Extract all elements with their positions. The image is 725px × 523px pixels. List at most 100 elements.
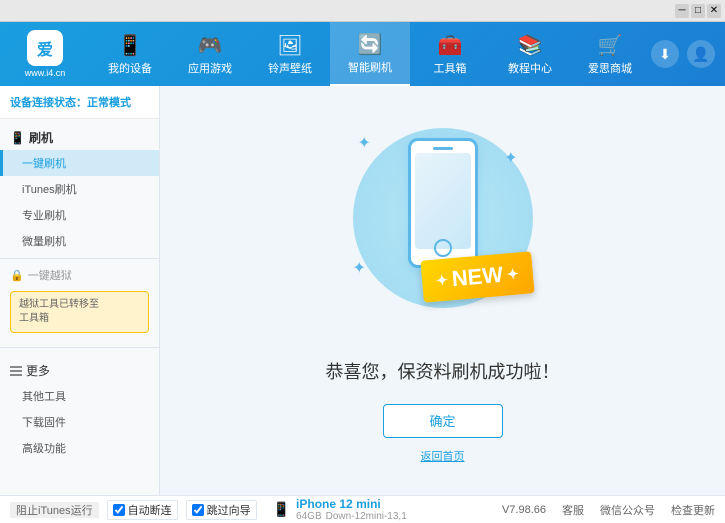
one-key-flash-label: 一键刷机 xyxy=(22,158,66,170)
download-fw-label: 下载固件 xyxy=(22,417,66,429)
user-button[interactable]: 👤 xyxy=(687,40,715,68)
bottom-right: V7.98.66 客服 微信公众号 检查更新 xyxy=(502,502,715,518)
app-logo: 爱 xyxy=(27,30,63,66)
sidebar-item-advanced[interactable]: 高级功能 xyxy=(0,435,159,461)
flash-section: 📱 刷机 一键刷机 iTunes刷机 专业刷机 微量刷机 🔒 一键越狱 越狱工 xyxy=(0,119,159,343)
advanced-label: 高级功能 xyxy=(22,443,66,455)
phone-speaker xyxy=(433,147,453,150)
lines-icon xyxy=(10,366,22,376)
minimize-button[interactable]: ─ xyxy=(675,4,689,18)
star-3: ✦ xyxy=(353,258,366,278)
star-1: ✦ xyxy=(358,133,371,153)
auto-close-checkbox[interactable]: 自动断连 xyxy=(107,500,178,520)
other-tools-label: 其他工具 xyxy=(22,391,66,403)
device-version: Down-12mini-13,1 xyxy=(326,511,407,522)
status-bar: 设备连接状态：正常模式 xyxy=(0,86,159,119)
sidebar-item-other-tools[interactable]: 其他工具 xyxy=(0,383,159,409)
site-name: www.i4.cn xyxy=(25,68,66,78)
smart-flash-icon: 🔄 xyxy=(358,32,383,57)
back-link[interactable]: 返回首页 xyxy=(421,448,465,464)
lock-icon: 🔒 xyxy=(10,269,24,282)
itunes-flash-label: iTunes刷机 xyxy=(22,184,77,196)
sidebar-item-download-fw[interactable]: 下载固件 xyxy=(0,409,159,435)
auto-close-input[interactable] xyxy=(113,504,125,516)
skip-wizard-checkbox[interactable]: 跳过向导 xyxy=(186,500,257,520)
locked-item: 🔒 一键越狱 xyxy=(0,263,159,287)
my-device-icon: 📱 xyxy=(118,33,143,58)
more-section-title: 更多 xyxy=(0,358,159,383)
bottom-bar: 阻止iTunes运行 自动断连 跳过向导 📱 iPhone 12 mini 64… xyxy=(0,495,725,523)
title-bar: ─ □ ✕ xyxy=(0,0,725,22)
version-label: V7.98.66 xyxy=(502,504,546,516)
status-label: 设备连接状态： xyxy=(10,97,87,109)
nav-apps-games[interactable]: 🎮 应用游戏 xyxy=(170,22,250,86)
sidebar-item-save-flash[interactable]: 微量刷机 xyxy=(0,228,159,254)
auto-close-label: 自动断连 xyxy=(128,502,172,518)
flash-section-icon: 📱 xyxy=(10,131,25,145)
wechat-link[interactable]: 微信公众号 xyxy=(600,502,655,518)
main-content: ✦ ✦ ✦ NEW 恭喜您，保资料刷机成功啦！ 确定 返回首页 xyxy=(160,86,725,495)
new-badge: NEW xyxy=(420,251,534,302)
skip-wizard-label: 跳过向导 xyxy=(207,502,251,518)
logo-text: 爱 xyxy=(37,36,53,60)
confirm-button[interactable]: 确定 xyxy=(383,404,503,438)
itunes-status[interactable]: 阻止iTunes运行 xyxy=(10,502,99,518)
save-flash-label: 微量刷机 xyxy=(22,236,66,248)
store-icon: 🛒 xyxy=(598,33,623,58)
support-link[interactable]: 客服 xyxy=(562,502,584,518)
nav-smart-flash[interactable]: 🔄 智能刷机 xyxy=(330,22,410,86)
logo-area: 爱 www.i4.cn xyxy=(0,30,90,78)
wallpaper-icon: 🖼 xyxy=(277,33,302,58)
more-section-label: 更多 xyxy=(26,362,50,379)
download-button[interactable]: ⬇ xyxy=(651,40,679,68)
toolbox-icon: 🧰 xyxy=(438,33,463,58)
status-value: 正常模式 xyxy=(87,97,131,109)
sidebar-item-one-key-flash[interactable]: 一键刷机 xyxy=(0,150,159,176)
phone-shape xyxy=(408,138,478,268)
nav-wallpaper[interactable]: 🖼 铃声壁纸 xyxy=(250,22,330,86)
sidebar-item-itunes-flash[interactable]: iTunes刷机 xyxy=(0,176,159,202)
maximize-button[interactable]: □ xyxy=(691,4,705,18)
update-link[interactable]: 检查更新 xyxy=(671,502,715,518)
flash-section-title: 📱 刷机 xyxy=(0,125,159,150)
skip-wizard-input[interactable] xyxy=(192,504,204,516)
bottom-left: 阻止iTunes运行 自动断连 跳过向导 📱 iPhone 12 mini 64… xyxy=(10,497,407,522)
close-button[interactable]: ✕ xyxy=(707,4,721,18)
more-section: 更多 其他工具 下载固件 高级功能 xyxy=(0,352,159,467)
device-details: iPhone 12 mini 64GB Down-12mini-13,1 xyxy=(296,497,407,522)
nav-toolbox[interactable]: 🧰 工具箱 xyxy=(410,22,490,86)
nav-store-label: 爱思商城 xyxy=(588,60,632,76)
nav-items: 📱 我的设备 🎮 应用游戏 🖼 铃声壁纸 🔄 智能刷机 🧰 工具箱 📚 教程中心… xyxy=(90,22,651,86)
nav-right: ⬇ 👤 xyxy=(651,40,725,68)
device-icon: 📱 xyxy=(273,501,290,518)
star-2: ✦ xyxy=(504,148,517,168)
nav-toolbox-label: 工具箱 xyxy=(434,60,467,76)
sidebar-divider-2 xyxy=(0,347,159,348)
device-name: iPhone 12 mini xyxy=(296,497,407,511)
main-layout: 设备连接状态：正常模式 📱 刷机 一键刷机 iTunes刷机 专业刷机 微量刷机… xyxy=(0,86,725,495)
pro-flash-label: 专业刷机 xyxy=(22,210,66,222)
note-text: 越狱工具已转移至工具箱 xyxy=(19,299,99,324)
sidebar: 设备连接状态：正常模式 📱 刷机 一键刷机 iTunes刷机 专业刷机 微量刷机… xyxy=(0,86,160,495)
device-info: 📱 iPhone 12 mini 64GB Down-12mini-13,1 xyxy=(273,497,407,522)
phone-illustration: ✦ ✦ ✦ NEW xyxy=(343,118,543,338)
device-storage: 64GB xyxy=(296,511,322,522)
nav-tutorial[interactable]: 📚 教程中心 xyxy=(490,22,570,86)
itunes-status-label: 阻止iTunes运行 xyxy=(16,502,93,518)
locked-label: 一键越狱 xyxy=(28,267,72,283)
nav-tutorial-label: 教程中心 xyxy=(508,60,552,76)
header: 爱 www.i4.cn 📱 我的设备 🎮 应用游戏 🖼 铃声壁纸 🔄 智能刷机 … xyxy=(0,22,725,86)
sidebar-note: 越狱工具已转移至工具箱 xyxy=(10,291,149,333)
nav-store[interactable]: 🛒 爱思商城 xyxy=(570,22,650,86)
nav-smart-flash-label: 智能刷机 xyxy=(348,59,392,75)
nav-wallpaper-label: 铃声壁纸 xyxy=(268,60,312,76)
sidebar-item-pro-flash[interactable]: 专业刷机 xyxy=(0,202,159,228)
nav-apps-games-label: 应用游戏 xyxy=(188,60,232,76)
nav-my-device[interactable]: 📱 我的设备 xyxy=(90,22,170,86)
tutorial-icon: 📚 xyxy=(518,33,543,58)
sidebar-divider xyxy=(0,258,159,259)
nav-my-device-label: 我的设备 xyxy=(108,60,152,76)
success-message: 恭喜您，保资料刷机成功啦！ xyxy=(326,358,560,384)
apps-games-icon: 🎮 xyxy=(198,33,223,58)
phone-screen xyxy=(415,153,471,249)
